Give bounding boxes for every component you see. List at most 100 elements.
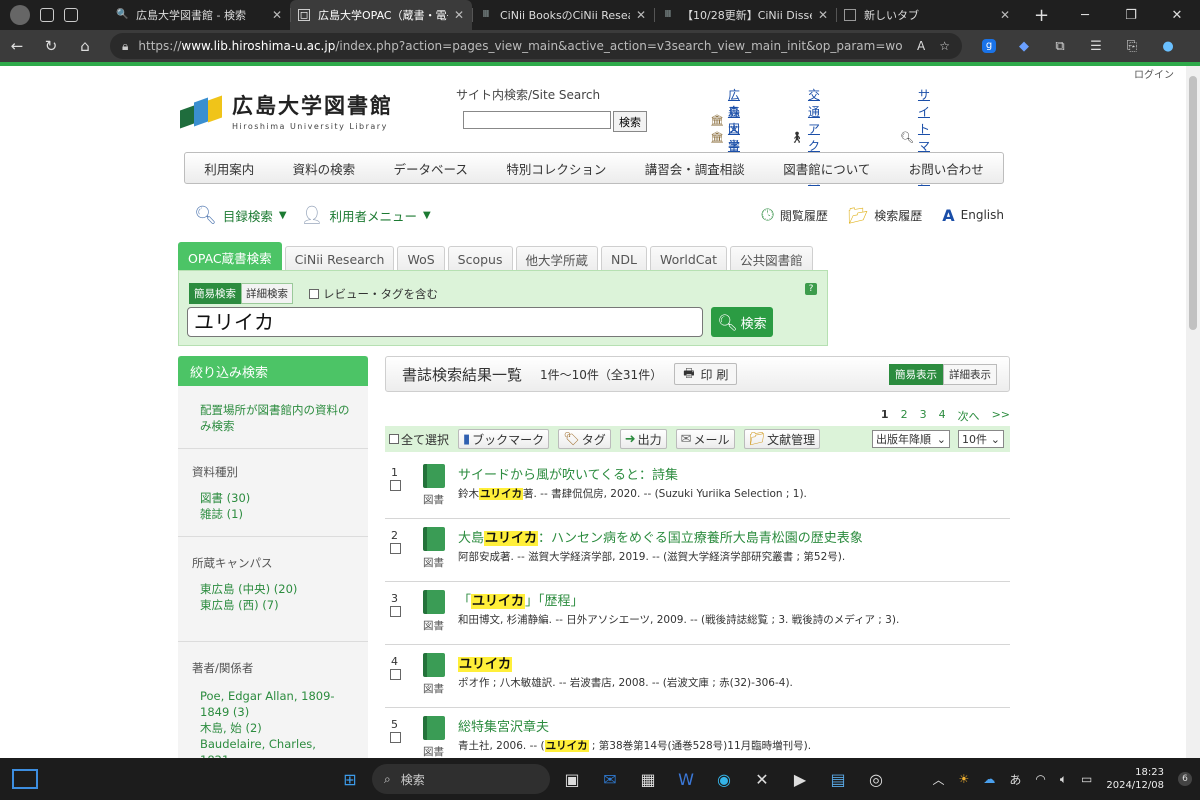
page-next[interactable]: 次へ (958, 408, 980, 424)
search-history-link[interactable]: 📂︎ 検索履歴 (848, 206, 922, 225)
tab-other-univ[interactable]: 他大学所蔵 (515, 246, 599, 272)
edge-icon[interactable]: ◉ (708, 763, 740, 795)
campus-filter-west[interactable]: 東広島 (西) (7) (200, 597, 354, 613)
type-filter-books[interactable]: 図書 (30) (200, 490, 354, 506)
result-title-link[interactable]: 「ユリイカ」「歴程」 (458, 590, 584, 609)
calendar-icon[interactable]: ▦ (632, 763, 664, 795)
bookmark-button[interactable]: ▮ ブックマーク (458, 429, 550, 449)
close-tab-icon[interactable]: ✕ (1000, 8, 1010, 22)
result-checkbox[interactable] (390, 669, 401, 680)
sort-select[interactable]: 出版年降順 ⌄ (872, 430, 950, 448)
url-field[interactable]: 🔒︎ https://www.lib.hiroshima-u.ac.jp/ind… (110, 33, 962, 59)
camera-app-icon[interactable]: ◎ (860, 763, 892, 795)
detail-view-button[interactable]: 詳細表示 (943, 363, 997, 385)
notification-badge[interactable]: 6 (1178, 772, 1192, 786)
favorite-star-icon[interactable]: ☆ (939, 39, 950, 53)
site-search-button[interactable]: 検索 (613, 111, 647, 132)
scrollbar[interactable] (1186, 66, 1200, 758)
output-button[interactable]: ➜ 出力 (619, 429, 667, 449)
media-player-icon[interactable]: ▶ (784, 763, 816, 795)
browser-tab-2[interactable]: ◻ 広島大学OPAC（蔵書・電子資 ✕ (290, 0, 472, 30)
close-tab-icon[interactable]: ✕ (454, 8, 464, 22)
tab-public-library[interactable]: 公共図書館 (730, 246, 813, 272)
profile-avatar[interactable] (10, 5, 30, 25)
author-filter-kijima[interactable]: 木島, 始 (2) (200, 720, 350, 736)
result-title-link[interactable]: 総特集宮沢章夫 (458, 716, 549, 735)
scrollbar-thumb[interactable] (1189, 76, 1197, 330)
per-page-select[interactable]: 10件 ⌄ (958, 430, 1004, 448)
english-link[interactable]: A English (942, 206, 1004, 225)
help-icon[interactable]: ? (805, 283, 817, 295)
widgets-icon[interactable] (12, 769, 38, 789)
weather-icon[interactable]: ☀ (959, 772, 970, 786)
clock[interactable]: 18:23 2024/12/08 (1106, 766, 1164, 792)
result-title-link[interactable]: ユリイカ (458, 653, 513, 672)
page-last[interactable]: >> (992, 408, 1010, 424)
tab-wos[interactable]: WoS (397, 246, 445, 272)
user-menu[interactable]: 👤︎ 利用者メニュー ▼ (301, 205, 431, 226)
onedrive-icon[interactable]: ☁ (983, 772, 995, 786)
battery-icon[interactable]: ▭ (1081, 772, 1092, 786)
menu-item-seminar[interactable]: 講習会・調査相談 (645, 159, 745, 178)
advanced-search-toggle[interactable]: 詳細検索 (241, 283, 293, 304)
opac-search-button[interactable]: 🔍︎ 検索 (711, 307, 773, 337)
menu-item-database[interactable]: データベース (394, 159, 468, 178)
collections-icon[interactable]: ⎘ (1124, 39, 1140, 54)
result-checkbox[interactable] (390, 606, 401, 617)
library-logo[interactable]: 広島大学図書館 Hiroshima University Library (180, 90, 393, 131)
mail-button[interactable]: ✉ メール (675, 429, 735, 449)
site-search-input[interactable] (463, 111, 611, 129)
close-tab-icon[interactable]: ✕ (636, 8, 646, 22)
tab-scopus[interactable]: Scopus (447, 246, 513, 272)
browser-tab-3[interactable]: Ⅲ CiNii BooksのCiNii Research ✕ (472, 0, 654, 30)
menu-item-about[interactable]: 図書館について (783, 159, 870, 178)
tab-cinii-research[interactable]: CiNii Research (284, 246, 395, 272)
task-view-icon[interactable]: ▣ (556, 763, 588, 795)
read-aloud-icon[interactable]: A (917, 39, 925, 53)
result-title-link[interactable]: 大島ユリイカ：ハンセン病をめぐる国立療養所大島青松園の歴史表象 (458, 527, 863, 546)
lock-icon[interactable]: 🔒︎ (122, 39, 128, 54)
view-history-link[interactable]: 🕓︎ 閲覧履歴 (761, 205, 828, 225)
store-icon[interactable]: ▤ (822, 763, 854, 795)
page-link-2[interactable]: 2 (901, 408, 908, 424)
print-button[interactable]: 🖶 印 刷 (674, 363, 738, 385)
word-icon[interactable]: W (670, 763, 702, 795)
minimize-icon[interactable]: ─ (1062, 8, 1108, 23)
login-link[interactable]: ログイン (1134, 66, 1174, 81)
menu-item-search[interactable]: 資料の検索 (293, 159, 356, 178)
type-filter-journals[interactable]: 雑誌 (1) (200, 506, 354, 522)
catalog-search-menu[interactable]: 🔍︎ 目録検索 ▼ (194, 205, 287, 226)
menu-item-contact[interactable]: お問い合わせ (909, 159, 984, 178)
favorites-icon[interactable]: ☰ (1088, 39, 1104, 54)
page-link-4[interactable]: 4 (939, 408, 946, 424)
result-title-link[interactable]: サイードから風が吹いてくると：詩集 (458, 464, 678, 483)
opac-search-input[interactable]: ユリイカ (187, 307, 703, 337)
select-all-checkbox[interactable] (389, 434, 399, 444)
tab-ndl[interactable]: NDL (601, 246, 647, 272)
close-window-icon[interactable]: ✕ (1154, 8, 1200, 23)
location-filter-link[interactable]: 配置場所が図書館内の資料のみ検索 (200, 402, 356, 434)
browser-tab-1[interactable]: 🔍 広島大学図書館 - 検索 ✕ (108, 0, 290, 30)
browser-tab-4[interactable]: Ⅲ 【10/28更新】CiNii Dissertation ✕ (654, 0, 836, 30)
campus-filter-central[interactable]: 東広島 (中央) (20) (200, 581, 354, 597)
g-extension-icon[interactable]: g (982, 39, 996, 53)
refmgr-button[interactable]: 📁︎ 文献管理 (743, 429, 821, 449)
simple-search-toggle[interactable]: 簡易検索 (189, 283, 241, 304)
new-tab-icon[interactable]: + (1034, 5, 1049, 26)
menu-item-collection[interactable]: 特別コレクション (506, 159, 606, 178)
home-icon[interactable]: ⌂ (68, 37, 102, 55)
copilot-icon[interactable]: ● (1160, 39, 1176, 54)
maximize-icon[interactable]: ❐ (1108, 8, 1154, 23)
menu-item-guide[interactable]: 利用案内 (204, 159, 254, 178)
volume-icon[interactable]: 🔈︎ (1060, 772, 1067, 787)
include-reviews-checkbox[interactable] (309, 288, 319, 299)
x-icon[interactable]: ✕ (746, 763, 778, 795)
refresh-icon[interactable]: ↻ (34, 37, 68, 55)
extensions-puzzle-icon[interactable]: ⧉ (1052, 39, 1068, 54)
close-tab-icon[interactable]: ✕ (818, 8, 828, 22)
include-reviews-option[interactable]: レビュー・タグを含む (309, 286, 438, 302)
result-checkbox[interactable] (390, 543, 401, 554)
result-checkbox[interactable] (390, 732, 401, 743)
chevron-up-icon[interactable]: ︿ (933, 771, 945, 788)
close-tab-icon[interactable]: ✕ (272, 8, 282, 22)
